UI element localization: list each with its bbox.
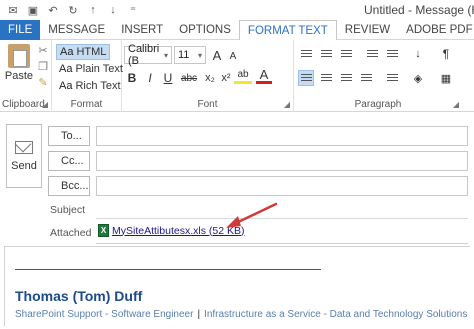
undo-icon[interactable]: ↶	[44, 2, 62, 18]
subject-label: Subject	[50, 204, 86, 216]
ribbon: Paste ✂ ❐ ✎ Clipboard ◢ Format Aa HTML Aa P…	[0, 40, 474, 112]
font-family-value: Calibri (B	[128, 43, 160, 67]
format-option-plain-text[interactable]: Aa Plain Text	[56, 61, 126, 77]
shading-button[interactable]: ◈	[410, 70, 426, 86]
signature-divider	[15, 269, 321, 270]
excel-file-icon: X	[98, 224, 109, 237]
attachment-row: X MySiteAttibutesx.xls (52 KB)	[96, 220, 468, 244]
format-option-label: Plain Text	[75, 63, 123, 75]
font-size-value: 11	[178, 49, 190, 61]
align-center-button[interactable]	[318, 70, 334, 86]
sort-button[interactable]: ↓	[410, 46, 426, 62]
font-group: Calibri (B ▾ 11 ▾ A A B I U abc x₂ x² ab…	[122, 40, 294, 112]
multilevel-list-button[interactable]	[338, 46, 354, 62]
clipboard-icon	[8, 44, 30, 68]
increase-indent-button[interactable]	[384, 46, 400, 62]
to-button[interactable]: To...	[48, 126, 90, 146]
signature-details: SharePoint Support - Software Engineer | I…	[15, 309, 467, 320]
format-option-rich-text[interactable]: Aa Rich Text	[56, 78, 124, 94]
strikethrough-button[interactable]: abc	[178, 70, 200, 86]
align-left-button[interactable]	[298, 70, 314, 86]
window-title: Untitled - Message (H	[364, 3, 474, 17]
align-right-button[interactable]	[338, 70, 354, 86]
signature-role: SharePoint Support - Software Engineer	[15, 309, 194, 320]
paste-label: Paste	[4, 70, 34, 82]
format-group-label: Format	[70, 99, 103, 110]
attachment-item[interactable]: X MySiteAttibutesx.xls (52 KB)	[98, 224, 244, 237]
bold-button[interactable]: B	[124, 70, 140, 86]
send-label: Send	[11, 159, 37, 172]
subject-field[interactable]	[96, 200, 468, 219]
down-arrow-icon[interactable]: ↓	[104, 2, 122, 18]
send-envelope-icon	[15, 140, 33, 154]
signature-separator: |	[197, 309, 201, 320]
borders-button[interactable]: ▦	[438, 70, 454, 86]
font-launcher-icon[interactable]: ◢	[284, 100, 290, 109]
tab-format-text[interactable]: FORMAT TEXT	[238, 20, 337, 41]
line-spacing-button[interactable]	[384, 70, 400, 86]
format-option-html[interactable]: Aa HTML	[56, 44, 111, 60]
tab-review[interactable]: REVIEW	[337, 20, 398, 40]
paragraph-group-label: Paragraph	[354, 99, 402, 110]
highlight-button[interactable]: ab	[234, 68, 252, 84]
cc-field[interactable]	[96, 151, 468, 171]
numbering-button[interactable]	[318, 46, 334, 62]
tab-file[interactable]: FILE	[0, 20, 41, 40]
chevron-down-icon: ▾	[163, 50, 168, 60]
redo-icon[interactable]: ↻	[64, 2, 82, 18]
font-size-select[interactable]: 11 ▾	[174, 46, 206, 64]
ribbon-tabs: FILE MESSAGE INSERT OPTIONS FORMAT TEXT REVIE…	[0, 20, 474, 41]
clipboard-launcher-icon[interactable]: ◢	[42, 100, 48, 109]
bcc-field[interactable]	[96, 176, 468, 196]
shrink-font-button[interactable]: A	[225, 48, 241, 64]
title-bar: ✉ ▣ ↶ ↻ ↑ ↓ ⁼ Untitled - Message (H	[0, 0, 474, 20]
message-body[interactable]: Thomas (Tom) Duff SharePoint Support - S…	[4, 246, 470, 326]
tab-adobe-pdf[interactable]: ADOBE PDF	[398, 20, 474, 40]
bullets-button[interactable]	[298, 46, 314, 62]
attachment-name: MySiteAttibutesx.xls (52 KB)	[112, 224, 245, 237]
font-color-button[interactable]: A	[256, 67, 272, 84]
cut-icon[interactable]: ✂	[36, 44, 50, 58]
underline-button[interactable]: U	[160, 70, 176, 86]
paste-button[interactable]: Paste	[4, 44, 34, 88]
signature-team: Infrastructure as a Service - Data and T…	[204, 309, 468, 320]
send-button[interactable]: Send	[6, 124, 42, 188]
format-option-label: Rich Text	[75, 80, 121, 92]
font-group-label: Font	[197, 99, 218, 110]
clipboard-group: Paste ✂ ❐ ✎ Clipboard ◢	[0, 40, 52, 112]
format-group: Format Aa HTML Aa Plain Text Aa Rich Text	[52, 40, 124, 112]
italic-button[interactable]: I	[142, 70, 158, 86]
tab-options[interactable]: OPTIONS	[171, 20, 239, 40]
copy-icon[interactable]: ❐	[36, 60, 50, 74]
save-icon[interactable]: ▣	[24, 2, 42, 18]
format-option-icon: Aa	[59, 63, 73, 75]
grow-font-button[interactable]: A	[209, 47, 225, 63]
format-option-icon: Aa	[59, 80, 73, 92]
format-option-icon: Aa	[60, 46, 74, 58]
superscript-button[interactable]: x²	[218, 70, 234, 86]
up-arrow-icon[interactable]: ↑	[84, 2, 102, 18]
format-option-label: HTML	[76, 46, 107, 58]
font-family-select[interactable]: Calibri (B ▾	[124, 43, 172, 67]
signature-name: Thomas (Tom) Duff	[15, 288, 143, 304]
cc-button[interactable]: Cc...	[48, 151, 90, 171]
customize-icon[interactable]: ⁼	[124, 2, 142, 18]
outlook-icon[interactable]: ✉	[4, 2, 22, 18]
chevron-down-icon: ▾	[197, 50, 202, 60]
paragraph-launcher-icon[interactable]: ◢	[453, 100, 459, 109]
to-field[interactable]	[96, 126, 468, 146]
paragraph-group: ↓ ¶ ◈ ▦ Paragraph ◢	[294, 40, 462, 112]
show-marks-button[interactable]: ¶	[438, 46, 454, 62]
decrease-indent-button[interactable]	[364, 46, 380, 62]
bcc-button[interactable]: Bcc...	[48, 176, 90, 196]
quick-access-toolbar: ✉ ▣ ↶ ↻ ↑ ↓ ⁼	[4, 2, 142, 18]
justify-button[interactable]	[358, 70, 374, 86]
tab-message[interactable]: MESSAGE	[40, 20, 113, 40]
tab-insert[interactable]: INSERT	[113, 20, 171, 40]
attached-label: Attached	[50, 227, 92, 239]
subscript-button[interactable]: x₂	[202, 70, 218, 86]
format-painter-icon[interactable]: ✎	[36, 76, 50, 90]
